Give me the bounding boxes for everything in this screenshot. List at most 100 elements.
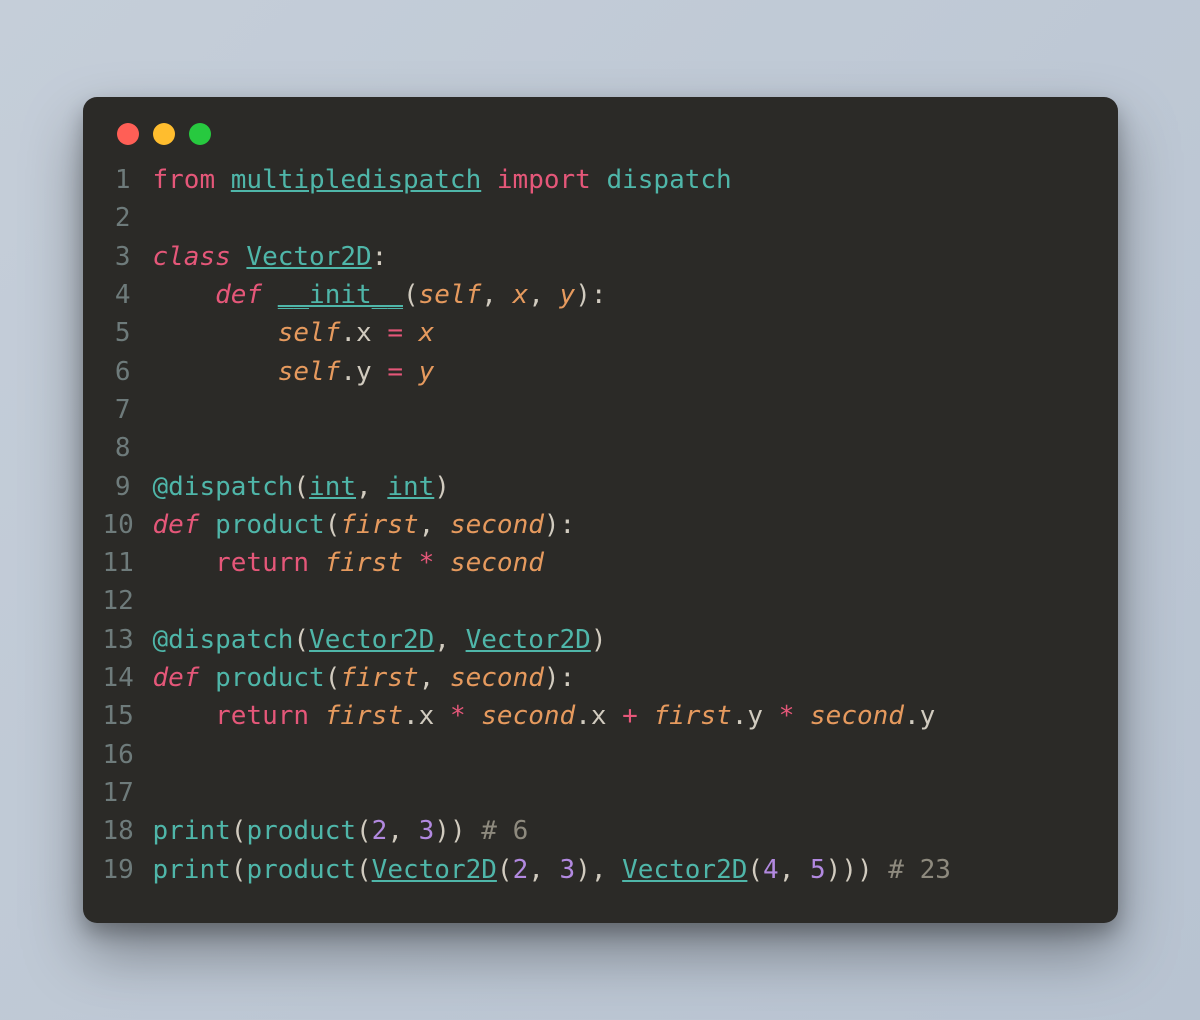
code-line: 19print(product(Vector2D(2, 3), Vector2D… (103, 851, 1098, 889)
token-punct: , (528, 280, 559, 310)
token-param: x (419, 318, 435, 348)
token-kw-it: def (153, 510, 216, 540)
code-line: 7 (103, 391, 1098, 429)
token-prop: .y (732, 701, 779, 731)
code-content[interactable]: self.y = y (153, 353, 435, 391)
code-line: 2 (103, 199, 1098, 237)
token-name: product (246, 816, 356, 846)
token-prop: .y (904, 701, 935, 731)
code-content[interactable]: def __init__(self, x, y): (153, 276, 607, 314)
token-punct: ( (231, 816, 247, 846)
token-self: self (278, 357, 341, 387)
code-content[interactable] (153, 774, 169, 812)
token-num: 4 (763, 855, 779, 885)
line-number: 9 (103, 468, 153, 506)
code-area[interactable]: 1from multipledispatch import dispatch2 … (83, 155, 1118, 923)
token-punct: ): (544, 663, 575, 693)
code-content[interactable]: from multipledispatch import dispatch (153, 161, 732, 199)
code-content[interactable]: return first.x * second.x + first.y * se… (153, 697, 936, 735)
token-param: first (340, 510, 418, 540)
line-number: 17 (103, 774, 153, 812)
code-line: 9@dispatch(int, int) (103, 468, 1098, 506)
token-punct: ( (325, 510, 341, 540)
token-punct: ( (293, 472, 309, 502)
line-number: 1 (103, 161, 153, 199)
token-punct: ( (293, 625, 309, 655)
code-content[interactable] (153, 429, 169, 467)
token-punct (153, 701, 216, 731)
token-op: * (450, 701, 481, 731)
code-content[interactable] (153, 391, 169, 429)
token-cls: Vector2D (309, 625, 434, 655)
token-kw: import (481, 165, 606, 195)
token-param: second (450, 548, 544, 578)
token-punct: ) (591, 625, 607, 655)
code-line: 3class Vector2D: (103, 238, 1098, 276)
token-mod: multipledispatch (231, 165, 481, 195)
line-number: 6 (103, 353, 153, 391)
code-content[interactable]: print(product(2, 3)) # 6 (153, 812, 529, 850)
code-content[interactable]: return first * second (153, 544, 544, 582)
token-name: product (215, 510, 325, 540)
line-number: 12 (103, 582, 153, 620)
code-line: 10def product(first, second): (103, 506, 1098, 544)
token-punct: ( (356, 816, 372, 846)
token-op: = (387, 318, 418, 348)
token-punct (153, 280, 216, 310)
titlebar (83, 97, 1118, 155)
code-content[interactable]: def product(first, second): (153, 659, 576, 697)
token-punct: )) (434, 816, 481, 846)
line-number: 7 (103, 391, 153, 429)
token-punct: , (481, 280, 512, 310)
code-line: 14def product(first, second): (103, 659, 1098, 697)
code-content[interactable]: @dispatch(int, int) (153, 468, 450, 506)
token-num: 3 (560, 855, 576, 885)
code-content[interactable]: class Vector2D: (153, 238, 388, 276)
code-content[interactable]: @dispatch(Vector2D, Vector2D) (153, 621, 607, 659)
code-line: 16 (103, 736, 1098, 774)
token-param: first (653, 701, 731, 731)
token-kw: return (215, 701, 325, 731)
token-kw: return (215, 548, 325, 578)
token-cls: int (387, 472, 434, 502)
code-content[interactable]: self.x = x (153, 314, 435, 352)
line-number: 11 (103, 544, 153, 582)
code-content[interactable]: def product(first, second): (153, 506, 576, 544)
token-punct (153, 318, 278, 348)
code-line: 11 return first * second (103, 544, 1098, 582)
token-op: * (779, 701, 810, 731)
line-number: 10 (103, 506, 153, 544)
token-prop: .x (403, 701, 450, 731)
line-number: 15 (103, 697, 153, 735)
code-line: 5 self.x = x (103, 314, 1098, 352)
token-op: + (622, 701, 653, 731)
token-num: 3 (419, 816, 435, 846)
token-punct: , (419, 663, 450, 693)
close-icon[interactable] (117, 123, 139, 145)
code-content[interactable] (153, 736, 169, 774)
line-number: 5 (103, 314, 153, 352)
token-cls: Vector2D (622, 855, 747, 885)
code-line: 17 (103, 774, 1098, 812)
code-content[interactable] (153, 582, 169, 620)
token-num: 5 (810, 855, 826, 885)
token-punct: , (356, 472, 387, 502)
code-content[interactable] (153, 199, 169, 237)
code-content[interactable]: print(product(Vector2D(2, 3), Vector2D(4… (153, 851, 951, 889)
token-punct: , (528, 855, 559, 885)
code-line: 12 (103, 582, 1098, 620)
token-punct: : (372, 242, 388, 272)
token-fund: __init__ (278, 280, 403, 310)
token-op: = (387, 357, 418, 387)
minimize-icon[interactable] (153, 123, 175, 145)
code-line: 8 (103, 429, 1098, 467)
token-punct: ): (544, 510, 575, 540)
token-cls: int (309, 472, 356, 502)
token-name: product (246, 855, 356, 885)
token-punct (153, 357, 278, 387)
token-name: product (215, 663, 325, 693)
code-line: 18print(product(2, 3)) # 6 (103, 812, 1098, 850)
maximize-icon[interactable] (189, 123, 211, 145)
code-line: 6 self.y = y (103, 353, 1098, 391)
token-punct: , (387, 816, 418, 846)
